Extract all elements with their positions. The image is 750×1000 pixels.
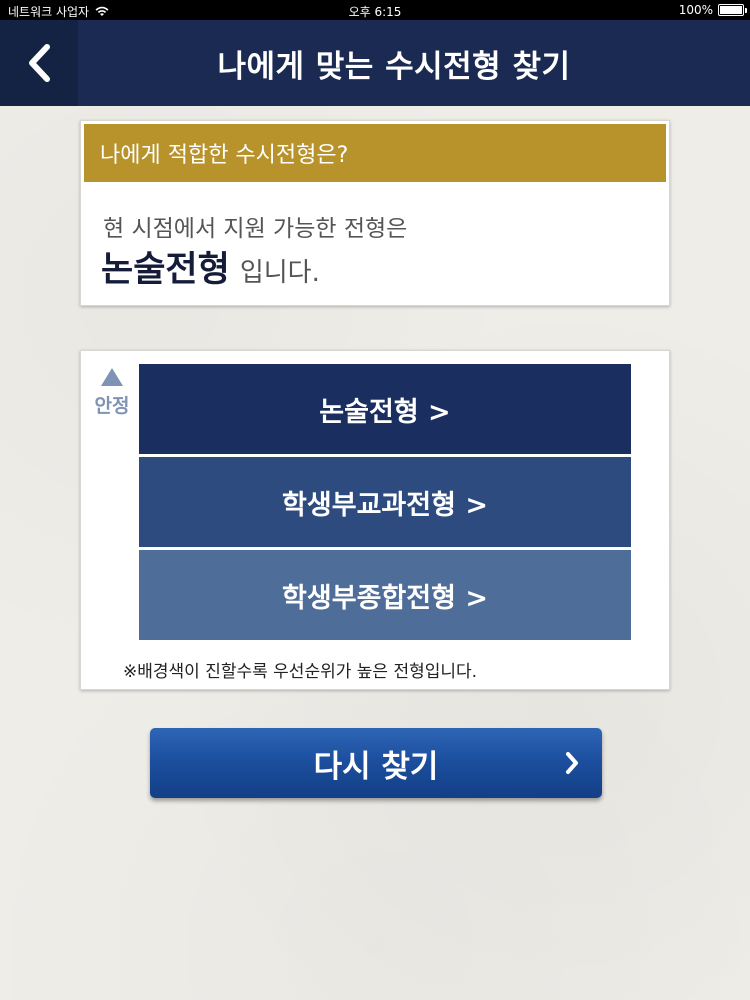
retry-button[interactable]: 다시 찾기 xyxy=(150,728,602,798)
battery-icon xyxy=(718,4,747,16)
battery-percent: 100% xyxy=(678,3,713,17)
status-bar: 네트워크 사업자 오후 6:15 100% xyxy=(0,0,750,20)
retry-label: 다시 찾기 xyxy=(313,748,439,785)
nav-bar: 나에게 맞는 수시전형 찾기 xyxy=(0,20,750,106)
option-label: 학생부종합전형 > xyxy=(282,582,488,614)
option-button-nonsul[interactable]: 논술전형 > xyxy=(139,364,631,454)
back-button[interactable] xyxy=(0,20,78,106)
result-header: 나에게 적합한 수시전형은? xyxy=(84,124,666,182)
result-type: 논술전형 xyxy=(101,250,230,290)
chevron-left-icon xyxy=(29,44,50,82)
status-right: 100% xyxy=(678,3,747,17)
result-card: 나에게 적합한 수시전형은? 현 시점에서 지원 가능한 전형은 논술전형 입니… xyxy=(80,120,670,306)
stability-label: 안정 xyxy=(94,395,130,417)
result-line: 논술전형 입니다. xyxy=(101,241,320,292)
priority-note: ※배경색이 진할수록 우선순위가 높은 전형입니다. xyxy=(123,662,478,682)
option-label: 학생부교과전형 > xyxy=(282,489,488,521)
option-button-jonghap[interactable]: 학생부종합전형 > xyxy=(139,550,631,640)
status-time: 오후 6:15 xyxy=(348,5,402,19)
chevron-right-icon xyxy=(566,752,578,774)
page-title: 나에게 맞는 수시전형 찾기 xyxy=(217,48,571,85)
battery-fill xyxy=(720,6,742,14)
up-arrow-icon xyxy=(101,368,123,386)
ranking-card: 안정 논술전형 > 학생부교과전형 > 학생부종합전형 > ※배경색이 진할수록… xyxy=(80,350,670,690)
option-button-gyogwa[interactable]: 학생부교과전형 > xyxy=(139,457,631,547)
option-label: 논술전형 > xyxy=(319,396,451,428)
result-description: 현 시점에서 지원 가능한 전형은 xyxy=(103,216,408,242)
stability-indicator: 안정 xyxy=(91,367,133,418)
result-suffix: 입니다. xyxy=(239,258,320,288)
